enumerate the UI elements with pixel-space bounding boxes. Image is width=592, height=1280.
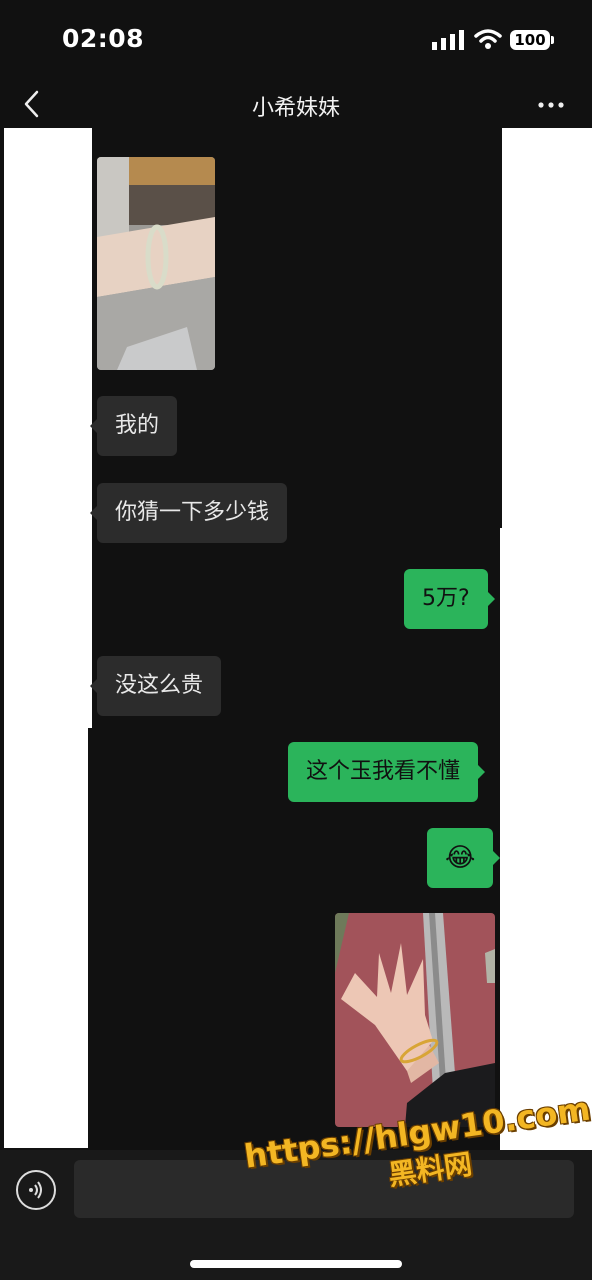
chat-image-hand[interactable]: [335, 913, 495, 1127]
cellular-signal-icon: [432, 30, 464, 50]
home-indicator[interactable]: [190, 1260, 402, 1268]
message-bubble-incoming[interactable]: 没这么贵: [89, 656, 222, 716]
redaction-panel: [502, 128, 592, 528]
message-bubble-outgoing[interactable]: 这个玉我看不懂: [288, 742, 486, 802]
wifi-icon: [474, 29, 502, 49]
voice-icon: [29, 1181, 42, 1199]
message-bubble-incoming[interactable]: 我的: [89, 396, 178, 456]
redaction-panel: [500, 528, 592, 1018]
message-bubble-outgoing[interactable]: 5万?: [404, 569, 495, 629]
more-options-icon[interactable]: [538, 102, 564, 108]
status-bar: 02:08 100: [0, 0, 592, 80]
battery-tip: [551, 36, 554, 44]
redaction-panel: [4, 128, 92, 728]
redaction-panel: [4, 728, 88, 1148]
chat-image-bracelet[interactable]: [97, 157, 215, 370]
battery-indicator: 100: [510, 30, 550, 50]
chat-title: 小希妹妹: [251, 96, 340, 121]
voice-input-button[interactable]: [16, 1170, 56, 1210]
chat-header: 小希妹妹: [0, 80, 592, 130]
message-bubble-incoming[interactable]: 你猜一下多少钱: [89, 483, 288, 543]
message-bubble-emoji[interactable]: 😂: [427, 828, 501, 888]
status-time: 02:08: [62, 24, 145, 53]
